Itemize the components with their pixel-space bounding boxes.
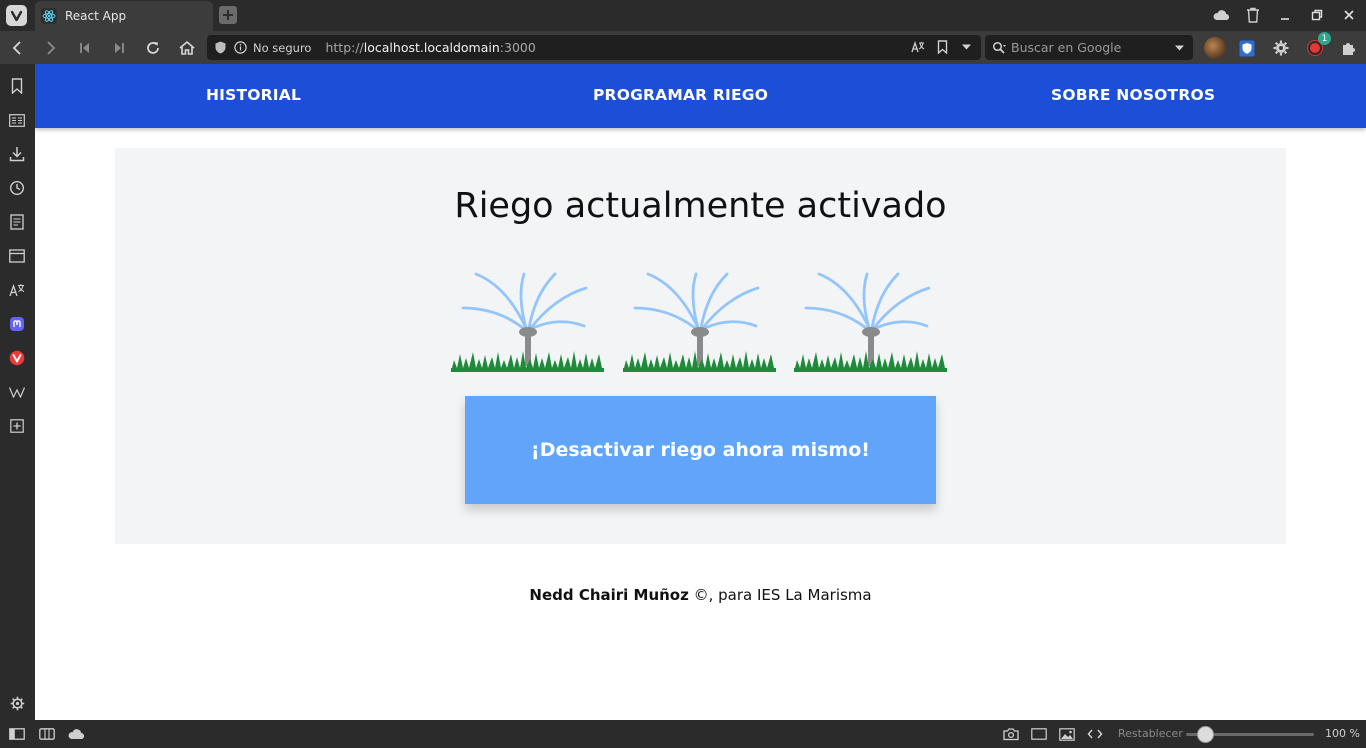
zoom-slider-thumb[interactable] [1197, 726, 1215, 743]
restore-icon[interactable] [1308, 6, 1326, 24]
bookmark-icon[interactable] [935, 39, 949, 55]
search-dropdown-icon[interactable] [1171, 44, 1187, 52]
page-actions-code-icon[interactable] [1085, 725, 1105, 743]
address-dropdown-icon[interactable] [959, 39, 973, 55]
close-window-icon[interactable] [1340, 6, 1358, 24]
search-field[interactable]: Buscar en Google [985, 35, 1193, 60]
window-panel-icon[interactable] [7, 246, 27, 266]
footer-suffix: ©, para IES La Marisma [688, 586, 872, 604]
panel-settings-icon[interactable] [7, 693, 27, 713]
vivaldi-menu-icon[interactable] [6, 5, 27, 26]
sprinklers-illustration [451, 272, 949, 374]
record-extension-icon[interactable]: 1 [1304, 32, 1331, 59]
reading-list-icon[interactable] [7, 110, 27, 130]
add-panel-icon[interactable] [7, 416, 27, 436]
page-viewport: HISTORIAL PROGRAMAR RIEGO SOBRE NOSOTROS… [35, 64, 1366, 720]
minimize-icon[interactable] [1276, 6, 1294, 24]
downloads-icon[interactable] [7, 144, 27, 164]
shield-icon[interactable] [213, 41, 227, 55]
mastodon-icon[interactable] [7, 314, 27, 334]
tab-title: React App [65, 9, 127, 23]
sync-cloud-icon[interactable] [1212, 6, 1230, 24]
extensions-puzzle-icon[interactable] [1338, 37, 1360, 59]
info-icon[interactable] [233, 41, 247, 55]
deactivate-irrigation-button[interactable]: ¡Desactivar riego ahora mismo! [465, 396, 936, 504]
history-icon[interactable] [7, 178, 27, 198]
nav-link-historial[interactable]: HISTORIAL [206, 86, 301, 104]
images-icon[interactable] [1057, 725, 1077, 743]
nav-link-sobre-nosotros[interactable]: SOBRE NOSOTROS [1051, 86, 1215, 104]
vivaldi-panel-icon[interactable] [7, 348, 27, 368]
side-panel [0, 64, 35, 720]
nav-link-programar-riego[interactable]: PROGRAMAR RIEGO [593, 86, 768, 104]
status-bar: Restablecer 100 % [0, 720, 1366, 748]
trash-icon[interactable] [1244, 6, 1262, 24]
zoom-reset-button[interactable]: Restablecer [1118, 727, 1183, 740]
tab-tiling-icon[interactable] [37, 725, 57, 743]
bookmarks-panel-icon[interactable] [7, 76, 27, 96]
home-icon[interactable] [177, 38, 197, 58]
back-icon[interactable] [7, 38, 27, 58]
zoom-level: 100 % [1325, 727, 1360, 740]
notes-icon[interactable] [7, 212, 27, 232]
status-card: Riego actualmente activado ¡Desactivar r… [115, 148, 1286, 544]
page-title: Riego actualmente activado [454, 186, 947, 226]
reload-icon[interactable] [143, 38, 163, 58]
url-text: http://localhost.localdomain:3000 [325, 40, 536, 55]
new-tab-icon[interactable] [219, 6, 237, 24]
browser-toolbar: No seguro http://localhost.localdomain:3… [0, 31, 1366, 64]
address-bar[interactable]: No seguro http://localhost.localdomain:3… [207, 35, 981, 60]
bitwarden-shield-icon[interactable] [1236, 37, 1258, 59]
search-placeholder: Buscar en Google [1011, 40, 1122, 55]
rewind-icon[interactable] [75, 38, 95, 58]
search-icon [991, 40, 1007, 56]
tab-strip: React App [0, 0, 1366, 31]
footer-credits: Nedd Chairi Muñoz ©, para IES La Marisma [35, 586, 1366, 604]
translate-icon[interactable] [911, 39, 925, 55]
window-mode-icon[interactable] [1029, 725, 1049, 743]
settings-gear-icon[interactable] [1270, 37, 1292, 59]
sync-status-icon[interactable] [66, 725, 86, 743]
react-favicon-icon [41, 8, 57, 24]
forward-icon[interactable] [41, 38, 61, 58]
footer-author: Nedd Chairi Muñoz [529, 586, 689, 604]
toggle-panel-icon[interactable] [7, 725, 27, 743]
security-label: No seguro [253, 40, 312, 55]
capture-camera-icon[interactable] [1001, 725, 1021, 743]
translate-panel-icon[interactable] [7, 280, 27, 300]
app-navbar: HISTORIAL PROGRAMAR RIEGO SOBRE NOSOTROS [35, 64, 1366, 128]
wikipedia-icon[interactable] [7, 382, 27, 402]
extension-badge: 1 [1318, 32, 1331, 45]
profile-avatar[interactable] [1204, 37, 1226, 59]
fast-forward-icon[interactable] [109, 38, 129, 58]
tab-react-app[interactable]: React App [35, 1, 213, 31]
